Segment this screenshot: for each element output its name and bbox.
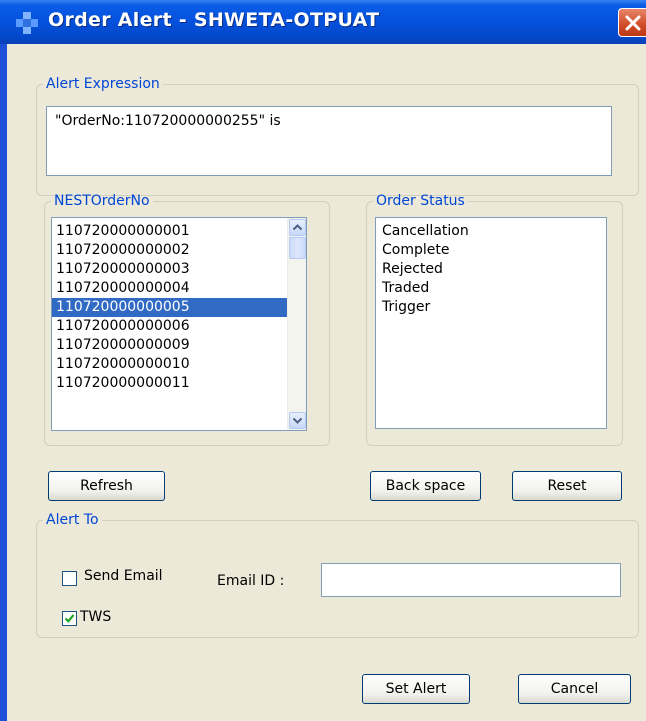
scroll-down-icon: [292, 417, 303, 424]
close-button[interactable]: [618, 8, 646, 37]
order-status-list[interactable]: Cancellation Complete Rejected Traded Trigge…: [375, 217, 607, 429]
nest-order-no-item[interactable]: 110720000000010: [52, 355, 306, 374]
order-status-item[interactable]: Complete: [378, 241, 606, 260]
scroll-down-button[interactable]: [289, 412, 306, 429]
set-alert-button[interactable]: Set Alert: [362, 674, 470, 704]
send-email-label: Send Email: [84, 568, 163, 584]
order-status-legend: Order Status: [376, 193, 465, 209]
nest-order-no-item[interactable]: 110720000000005: [52, 298, 306, 317]
send-email-checkbox[interactable]: [62, 571, 77, 586]
email-id-input[interactable]: [321, 563, 621, 597]
tws-checkbox[interactable]: [62, 611, 77, 626]
nest-order-no-item[interactable]: 110720000000004: [52, 279, 306, 298]
reset-button[interactable]: Reset: [512, 471, 622, 501]
cancel-button[interactable]: Cancel: [518, 674, 631, 704]
order-status-item[interactable]: Rejected: [378, 260, 606, 279]
alert-to-group: Alert To Send Email Email ID : TWS: [36, 512, 639, 638]
order-status-item[interactable]: Traded: [378, 279, 606, 298]
checkmark-icon: [64, 614, 75, 623]
tws-label: TWS: [80, 609, 112, 625]
alert-expression-group: Alert Expression "OrderNo:11072000000025…: [36, 76, 639, 196]
order-status-group: Order Status Cancellation Complete Rejecte…: [366, 193, 623, 446]
window-left-edge: [0, 0, 7, 721]
alert-to-legend: Alert To: [46, 512, 99, 528]
order-status-item[interactable]: Trigger: [378, 298, 606, 317]
title-bar[interactable]: Order Alert - SHWETA-OTPUAT: [0, 0, 646, 44]
nest-order-no-item[interactable]: 110720000000001: [52, 222, 306, 241]
order-alert-dialog: Order Alert - SHWETA-OTPUAT Alert Expres…: [0, 0, 646, 721]
nest-order-no-legend: NESTOrderNo: [54, 193, 150, 209]
nest-order-no-group: NESTOrderNo 110720000000001 1107200000000…: [44, 193, 330, 446]
nest-order-no-item[interactable]: 110720000000002: [52, 241, 306, 260]
back-space-button[interactable]: Back space: [370, 471, 481, 501]
scroll-up-button[interactable]: [289, 219, 306, 236]
order-status-item[interactable]: Cancellation: [378, 222, 606, 241]
nest-order-no-item[interactable]: 110720000000009: [52, 336, 306, 355]
nest-order-no-item[interactable]: 110720000000006: [52, 317, 306, 336]
close-icon: [625, 15, 641, 31]
nest-order-no-list[interactable]: 110720000000001 110720000000002 1107200000…: [51, 217, 307, 431]
app-icon: [16, 12, 38, 34]
alert-expression-field[interactable]: "OrderNo:110720000000255" is: [46, 106, 612, 176]
scroll-up-icon: [292, 224, 303, 231]
scroll-thumb[interactable]: [289, 237, 306, 259]
nest-order-no-scrollbar[interactable]: [287, 218, 306, 430]
nest-order-no-item[interactable]: 110720000000011: [52, 374, 306, 393]
window-title: Order Alert - SHWETA-OTPUAT: [48, 9, 380, 31]
alert-expression-legend: Alert Expression: [46, 76, 160, 92]
nest-order-no-item[interactable]: 110720000000003: [52, 260, 306, 279]
refresh-button[interactable]: Refresh: [48, 471, 165, 501]
email-id-label: Email ID :: [217, 573, 285, 589]
